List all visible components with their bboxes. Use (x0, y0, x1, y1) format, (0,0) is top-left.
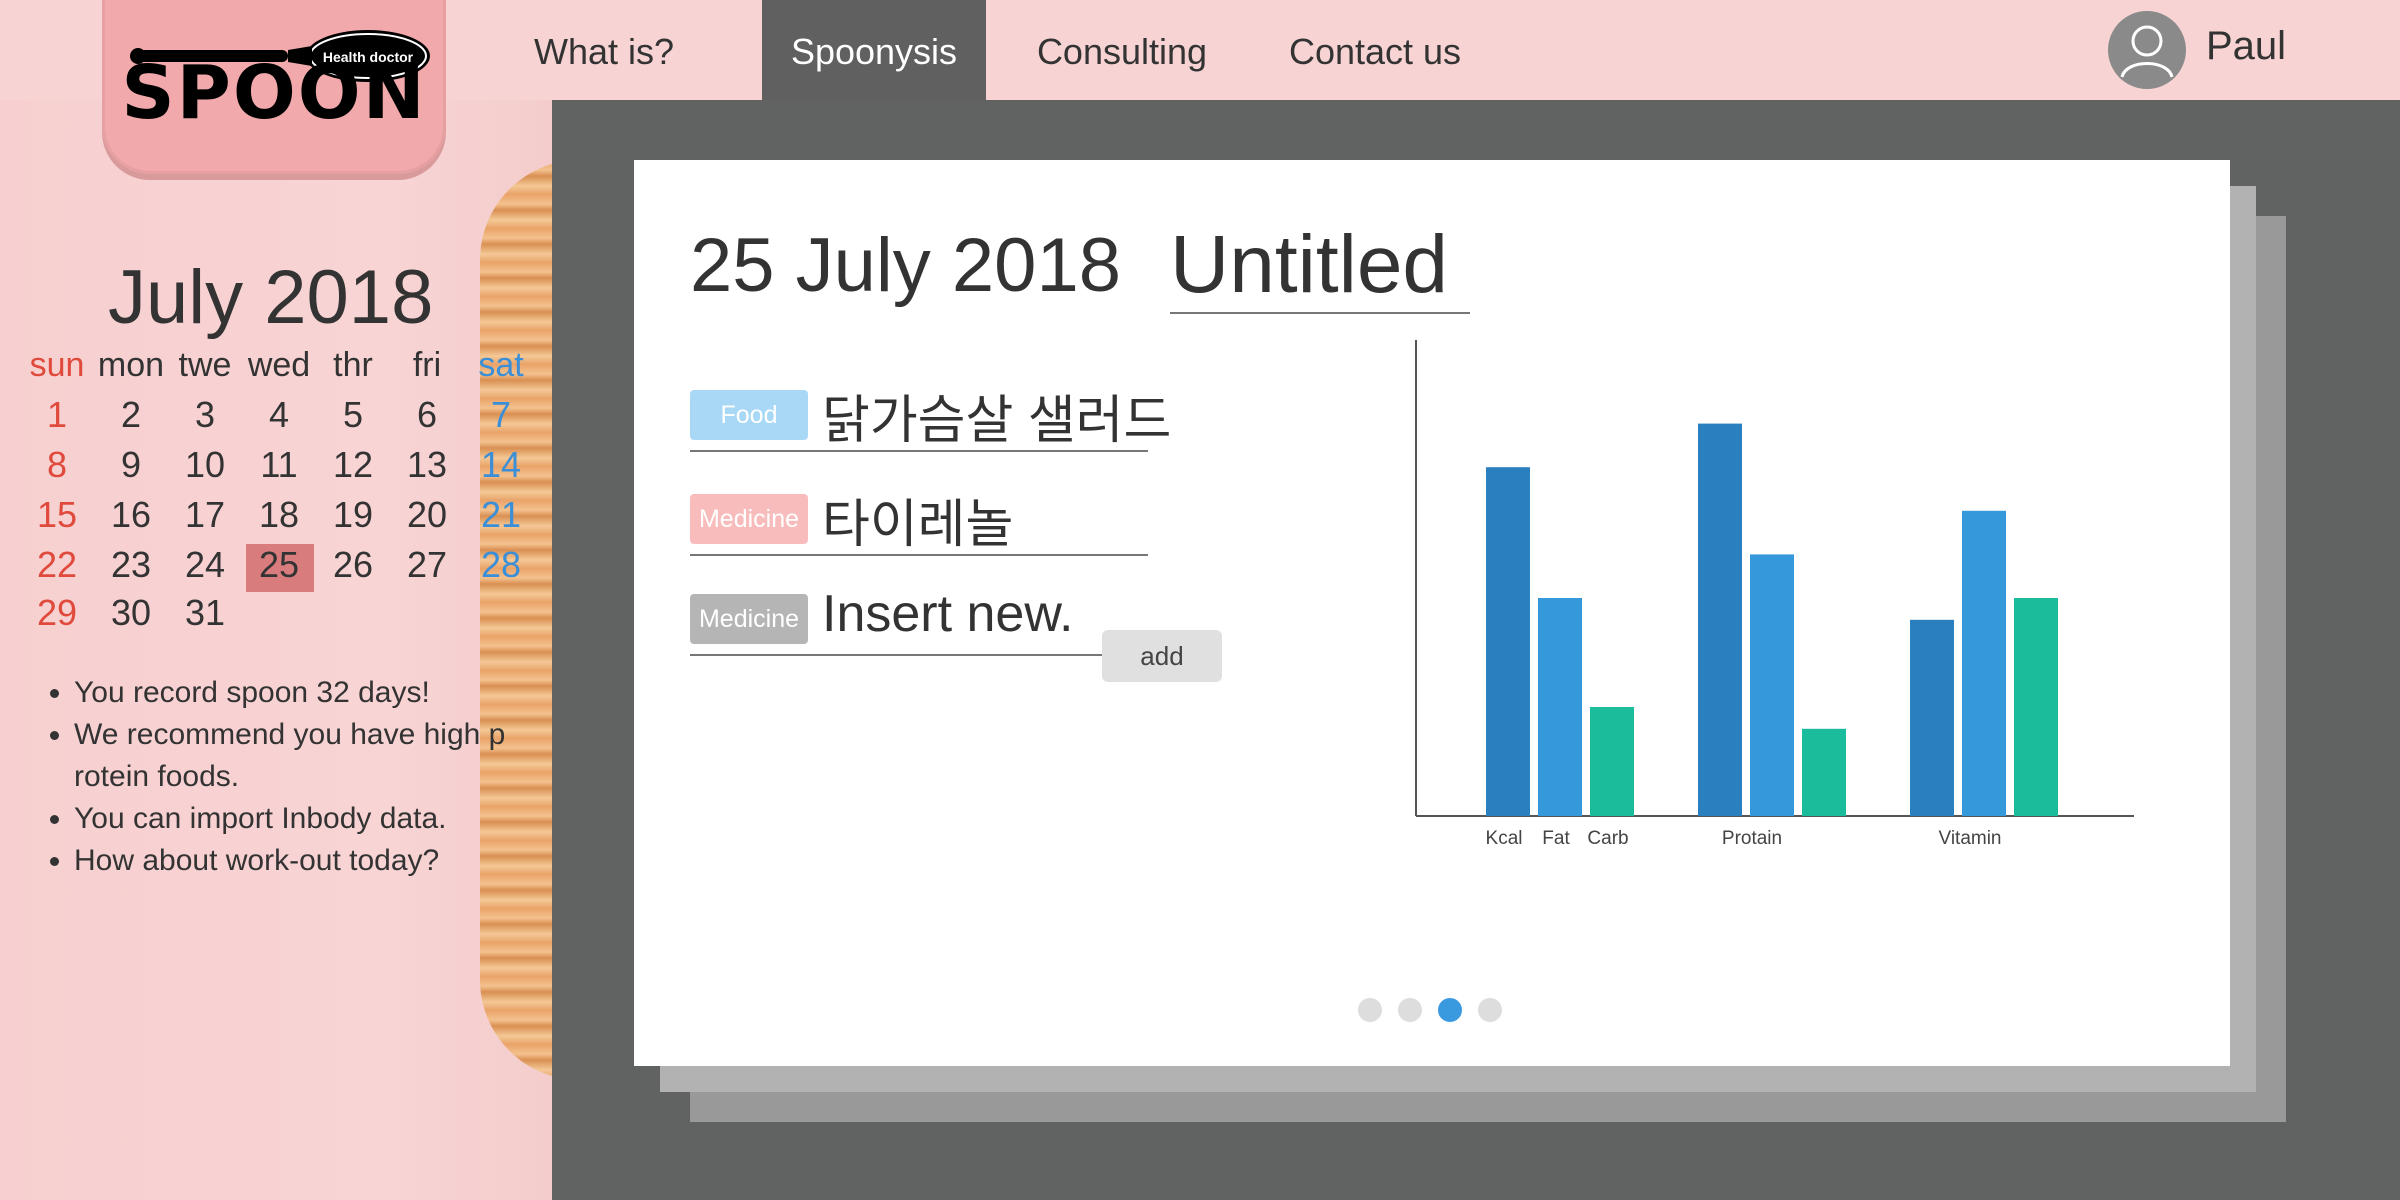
calendar-month-title: July 2018 (108, 255, 434, 340)
add-button[interactable]: add (1102, 630, 1222, 682)
calendar-weekday-header: twe (178, 346, 232, 384)
new-entry-input[interactable]: Insert new. (822, 584, 1073, 644)
calendar-day[interactable]: 29 (22, 592, 92, 634)
calendar-day[interactable]: 17 (170, 494, 240, 536)
entry-underline (690, 654, 1102, 656)
calendar-day[interactable]: 18 (244, 494, 314, 536)
calendar-day[interactable]: 2 (96, 394, 166, 436)
calendar-day[interactable]: 31 (170, 592, 240, 634)
entry-tag-medicine[interactable]: Medicine (690, 594, 808, 644)
record-date: 25 July 2018 (690, 223, 1121, 308)
calendar-day[interactable]: 30 (96, 592, 166, 634)
user-name[interactable]: Paul (2206, 24, 2286, 69)
chart-bar (1698, 423, 1742, 816)
chart-bar (2014, 598, 2058, 816)
calendar-weekday-header: sun (29, 346, 85, 384)
calendar-day-selected[interactable]: 25 (244, 544, 314, 586)
pagination-dot[interactable] (1358, 998, 1382, 1022)
chart-category-label: Fat (1542, 828, 1570, 849)
calendar-day[interactable]: 28 (466, 544, 536, 586)
calendar-day[interactable]: 11 (244, 444, 314, 486)
pagination-dot[interactable] (1478, 998, 1502, 1022)
user-avatar-icon[interactable] (2108, 11, 2186, 89)
chart-bar (1590, 707, 1634, 816)
tip-item: You can import Inbody data. (74, 798, 574, 840)
calendar-weekday-header: wed (247, 346, 311, 384)
calendar-day[interactable]: 19 (318, 494, 388, 536)
calendar-weekday-header: fri (412, 346, 442, 384)
calendar-day[interactable]: 15 (22, 494, 92, 536)
tip-item: We recommend you have high p rotein food… (74, 714, 574, 798)
calendar-day[interactable]: 20 (392, 494, 462, 536)
nav-item-contact-us[interactable]: Contact us (1272, 0, 1478, 100)
pagination-dot[interactable] (1398, 998, 1422, 1022)
tip-item: How about work-out today? (74, 840, 574, 882)
calendar-day[interactable]: 14 (466, 444, 536, 486)
tips-list: You record spoon 32 days! We recommend y… (30, 672, 574, 882)
calendar-day[interactable]: 6 (392, 394, 462, 436)
calendar-day[interactable]: 3 (170, 394, 240, 436)
chart-bar (1802, 728, 1846, 816)
calendar-day[interactable]: 24 (170, 544, 240, 586)
calendar-day[interactable]: 1 (22, 394, 92, 436)
calendar-day[interactable]: 21 (466, 494, 536, 536)
nav-item-spoonysis[interactable]: Spoonysis (762, 0, 986, 100)
logo-wordmark: SPOON (121, 50, 427, 136)
chart-category-label: Kcal (1486, 828, 1523, 849)
nutrition-bar-chart: Kcal Fat Carb Protain Vitamin (1415, 340, 2134, 849)
chart-bar (1538, 598, 1582, 816)
entry-tag-medicine[interactable]: Medicine (690, 494, 808, 544)
entry-underline (690, 450, 1148, 452)
chart-category-label: Carb (1587, 828, 1628, 849)
tip-item: You record spoon 32 days! (74, 672, 574, 714)
entry-text[interactable]: 타이레놀 (822, 482, 1013, 557)
calendar-day[interactable]: 13 (392, 444, 462, 486)
calendar-day[interactable]: 26 (318, 544, 388, 586)
entry-text[interactable]: 닭가슴살 샐러드 (822, 378, 1171, 453)
calendar-day[interactable]: 4 (244, 394, 314, 436)
record-title-input[interactable] (1170, 218, 1470, 314)
spoon-logo[interactable]: Health doctor SPOON (102, 0, 446, 174)
entry-tag-food[interactable]: Food (690, 390, 808, 440)
calendar-weekday-header: mon (97, 346, 165, 384)
calendar-day[interactable]: 9 (96, 444, 166, 486)
nav-item-what-is[interactable]: What is? (514, 0, 694, 100)
calendar-day[interactable]: 22 (22, 544, 92, 586)
calendar-day[interactable]: 12 (318, 444, 388, 486)
chart-bar (1486, 467, 1530, 816)
calendar-day[interactable]: 5 (318, 394, 388, 436)
chart-bar (1910, 619, 1954, 816)
calendar-day[interactable]: 8 (22, 444, 92, 486)
chart-bar (1962, 510, 2006, 816)
daily-record-card: 25 July 2018 Food 닭가슴살 샐러드 Medicine 타이레놀… (634, 160, 2230, 1066)
entry-underline (690, 554, 1148, 556)
pagination-dot[interactable] (1438, 998, 1462, 1022)
calendar-day[interactable]: 7 (466, 394, 536, 436)
nav-item-consulting[interactable]: Consulting (1022, 0, 1222, 100)
calendar-day[interactable]: 23 (96, 544, 166, 586)
chart-category-label: Vitamin (1938, 828, 2001, 849)
calendar-day[interactable]: 10 (170, 444, 240, 486)
calendar-weekday-header: sat (478, 346, 524, 384)
chart-category-label: Protain (1722, 828, 1782, 849)
calendar-weekday-header: thr (333, 346, 373, 384)
chart-bar (1750, 554, 1794, 816)
calendar-day[interactable]: 27 (392, 544, 462, 586)
calendar-day[interactable]: 16 (96, 494, 166, 536)
person-icon (2120, 25, 2174, 78)
